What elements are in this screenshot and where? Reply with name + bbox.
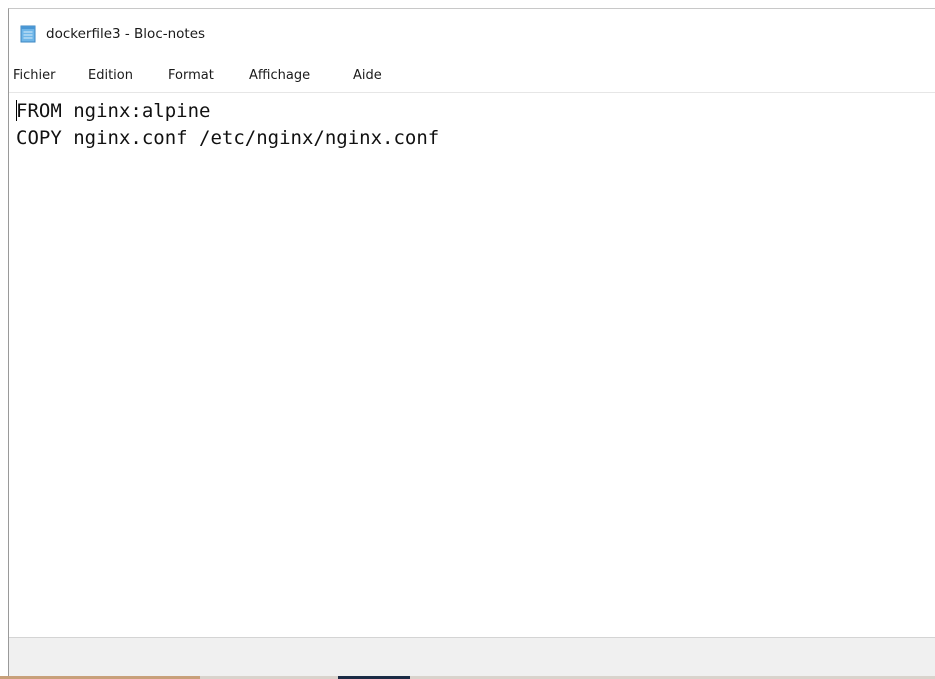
menu-edition[interactable]: Edition: [88, 68, 133, 83]
desktop-edge: [0, 0, 8, 679]
menu-affichage[interactable]: Affichage: [249, 68, 310, 83]
notepad-window: dockerfile3 - Bloc-notes Fichier Edition…: [8, 8, 935, 679]
editor-content[interactable]: FROM nginx:alpine COPY nginx.conf /etc/ng…: [16, 98, 439, 152]
title-bar[interactable]: dockerfile3 - Bloc-notes: [9, 9, 935, 53]
editor-line: FROM nginx:alpine: [16, 100, 211, 122]
window-title: dockerfile3 - Bloc-notes: [46, 26, 206, 42]
editor-line: COPY nginx.conf /etc/nginx/nginx.conf: [16, 127, 440, 149]
menu-format[interactable]: Format: [168, 68, 214, 83]
menu-bar: Fichier Edition Format Affichage Aide: [9, 64, 935, 90]
menu-aide[interactable]: Aide: [353, 68, 382, 83]
text-caret: [16, 100, 17, 121]
text-editor-area[interactable]: FROM nginx:alpine COPY nginx.conf /etc/ng…: [9, 92, 935, 637]
status-bar: [9, 637, 935, 676]
menu-fichier[interactable]: Fichier: [13, 68, 56, 83]
notepad-icon: [20, 25, 36, 43]
